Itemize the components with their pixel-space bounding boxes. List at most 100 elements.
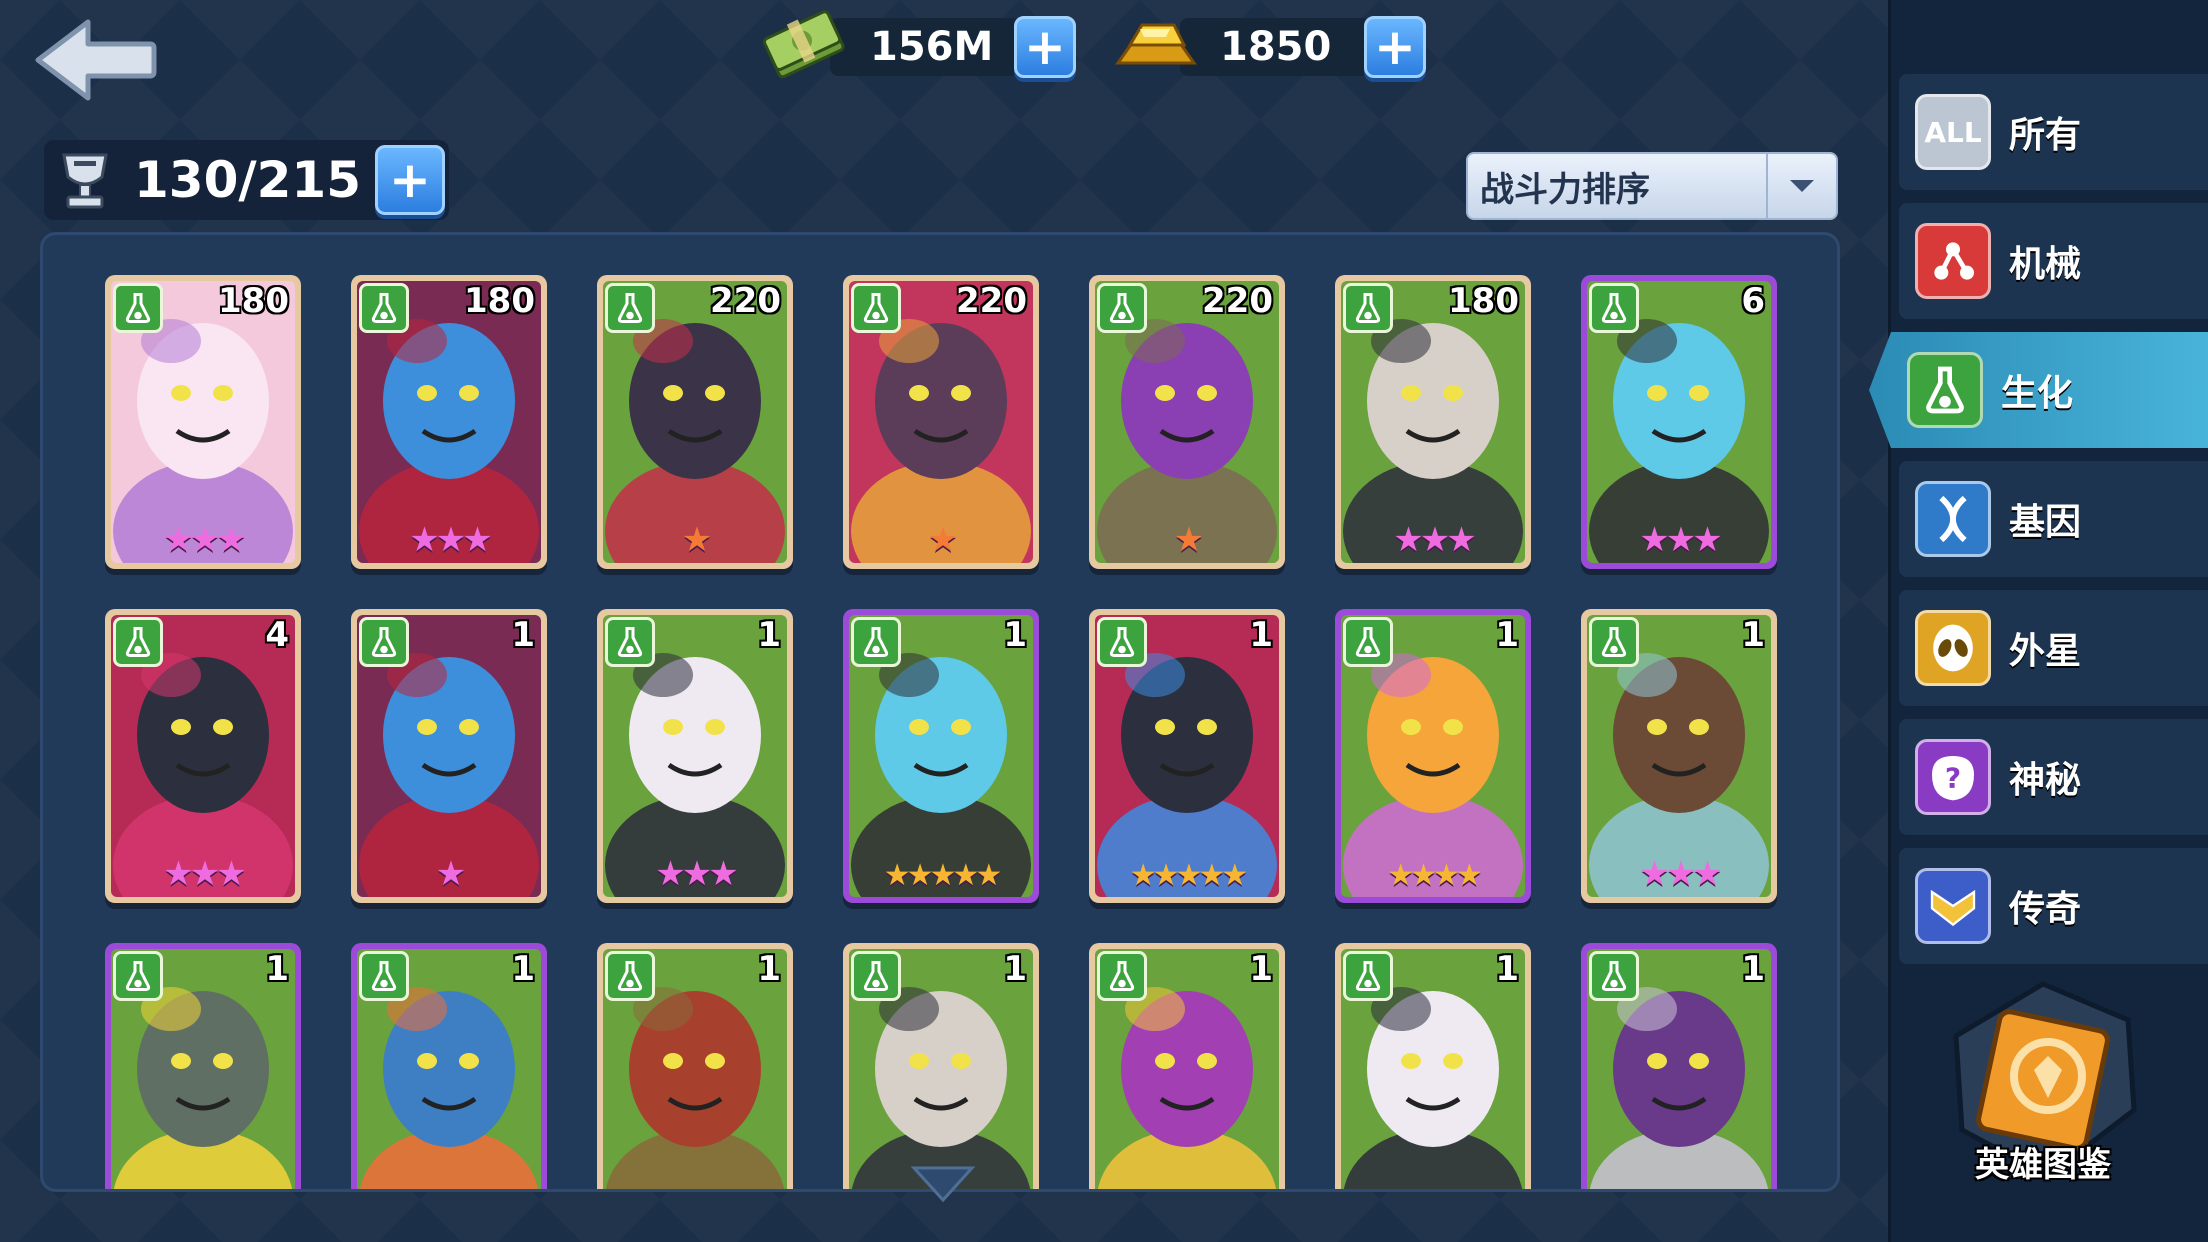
hero-card[interactable]: 220 ★ <box>843 275 1039 569</box>
hero-level: 1 <box>1003 949 1027 989</box>
hero-level: 1 <box>1003 615 1027 655</box>
sidebar-item-bio[interactable]: 生化 <box>1869 332 2208 448</box>
alien-class-icon <box>1915 610 1991 686</box>
bio-class-icon <box>1343 617 1393 667</box>
bio-class-icon <box>605 283 655 333</box>
back-arrow-icon <box>35 19 157 101</box>
sort-dropdown[interactable]: 战斗力排序 <box>1466 152 1838 220</box>
hero-level: 180 <box>1448 281 1519 321</box>
hero-level: 1 <box>1249 615 1273 655</box>
bio-class-icon <box>1589 617 1639 667</box>
hero-level: 1 <box>511 949 535 989</box>
hero-card[interactable]: 1 ★★★★ <box>1335 609 1531 903</box>
hero-stars: ★★★ <box>163 520 246 560</box>
hero-stars: ★★★ <box>1639 520 1722 560</box>
hero-card[interactable]: 1 <box>1335 943 1531 1189</box>
trophy-icon <box>50 145 120 215</box>
hero-card[interactable]: 1 ★★★ <box>597 609 793 903</box>
bio-class-icon <box>851 283 901 333</box>
hero-card[interactable]: 220 ★ <box>1089 275 1285 569</box>
bio-class-icon <box>1097 617 1147 667</box>
bio-class-icon <box>113 617 163 667</box>
hero-card[interactable]: 4 ★★★ <box>105 609 301 903</box>
hero-card[interactable]: 1 <box>597 943 793 1189</box>
hero-level: 4 <box>265 615 289 655</box>
hero-stars: ★★★ <box>1393 520 1476 560</box>
hero-card[interactable]: 1 ★★★★★ <box>843 609 1039 903</box>
hero-level: 1 <box>1249 949 1273 989</box>
hero-card[interactable]: 1 <box>351 943 547 1189</box>
hero-card[interactable]: 180 ★★★ <box>1335 275 1531 569</box>
sidebar-item-gene[interactable]: 基因 <box>1899 461 2208 577</box>
sidebar-item-mystic[interactable]: ? 神秘 <box>1899 719 2208 835</box>
hero-level: 1 <box>757 615 781 655</box>
sidebar-item-mech[interactable]: 机械 <box>1899 203 2208 319</box>
bio-class-icon <box>605 617 655 667</box>
sidebar-item-label: 基因 <box>2009 502 2082 543</box>
hero-grid: 180 ★★★ 180 ★★★ 220 ★ 220 ★ 220 ★ 180 ★★★ 6 ★★★ 4 ★★★ 1 ★… <box>105 275 1777 1189</box>
hero-card[interactable]: 180 ★★★ <box>351 275 547 569</box>
legend-class-icon <box>1915 868 1991 944</box>
hero-card[interactable]: 1 ★★★ <box>1581 609 1777 903</box>
capacity-value: 130/215 <box>134 151 362 209</box>
hero-level: 1 <box>1741 949 1765 989</box>
all-badge-text: ALL <box>1924 115 1982 149</box>
hero-level: 6 <box>1741 281 1765 321</box>
sidebar-item-label: 所有 <box>2009 115 2082 156</box>
hero-stars: ★★★ <box>409 520 492 560</box>
bio-class-icon <box>1589 951 1639 1001</box>
hero-card[interactable]: 1 ★★★★★ <box>1089 609 1285 903</box>
add-cash-button[interactable]: + <box>1014 16 1076 78</box>
hero-level: 1 <box>265 949 289 989</box>
gene-class-icon <box>1915 481 1991 557</box>
hero-stars: ★ <box>681 520 712 560</box>
bio-class-icon <box>1343 951 1393 1001</box>
hero-level: 1 <box>1495 615 1519 655</box>
bio-class-icon <box>1097 283 1147 333</box>
hero-card[interactable]: 180 ★★★ <box>105 275 301 569</box>
hero-card[interactable]: 6 ★★★ <box>1581 275 1777 569</box>
hero-stars: ★ <box>1173 520 1204 560</box>
scroll-down-indicator[interactable] <box>908 1164 978 1204</box>
sidebar-item-label: 外星 <box>2009 631 2082 672</box>
expand-capacity-button[interactable]: + <box>375 145 445 215</box>
hero-card[interactable]: 1 ★ <box>351 609 547 903</box>
hero-card[interactable]: 1 <box>105 943 301 1189</box>
hero-stars: ★★★ <box>655 854 738 894</box>
gold-value: 1850 <box>1180 18 1370 76</box>
cash-value: 156M <box>830 18 1020 76</box>
bio-class-icon <box>113 951 163 1001</box>
hero-level: 1 <box>1495 949 1519 989</box>
add-gold-button[interactable]: + <box>1364 16 1426 78</box>
hero-list-panel: 180 ★★★ 180 ★★★ 220 ★ 220 ★ 220 ★ 180 ★★★ 6 ★★★ 4 ★★★ 1 ★… <box>40 232 1840 1192</box>
cash-bundle-icon <box>760 7 850 87</box>
hero-capacity: 130/215 + <box>44 140 449 220</box>
sidebar-item-label: 生化 <box>2001 373 2074 414</box>
sidebar-item-alien[interactable]: 外星 <box>1899 590 2208 706</box>
bio-class-icon <box>359 283 409 333</box>
hero-level: 180 <box>218 281 289 321</box>
hero-level: 180 <box>464 281 535 321</box>
hero-codex-button[interactable]: 英雄图鉴 <box>1938 980 2148 1190</box>
sidebar-item-label: 神秘 <box>2009 760 2082 801</box>
all-class-icon: ALL <box>1915 94 1991 170</box>
cash-currency: 156M + <box>760 10 1076 82</box>
gold-currency: 1850 + <box>1110 12 1426 82</box>
hero-card[interactable]: 1 <box>1089 943 1285 1189</box>
hero-stars: ★★★ <box>1639 854 1722 894</box>
sidebar-item-label: 机械 <box>2009 244 2082 285</box>
hero-card[interactable]: 1 <box>1581 943 1777 1189</box>
hero-card[interactable]: 220 ★ <box>597 275 793 569</box>
bio-class-icon <box>1907 352 1983 428</box>
bio-class-icon <box>1589 283 1639 333</box>
svg-text:?: ? <box>1945 762 1961 795</box>
hero-stars: ★★★★ <box>1387 858 1483 893</box>
hero-level: 1 <box>757 949 781 989</box>
sidebar-item-legend[interactable]: 传奇 <box>1899 848 2208 964</box>
sidebar-item-label: 传奇 <box>2009 889 2082 930</box>
hero-stars: ★ <box>927 520 958 560</box>
hero-card[interactable]: 1 <box>843 943 1039 1189</box>
sidebar-item-all[interactable]: ALL 所有 <box>1899 74 2208 190</box>
hero-level: 220 <box>1202 281 1273 321</box>
back-button[interactable] <box>30 10 160 110</box>
